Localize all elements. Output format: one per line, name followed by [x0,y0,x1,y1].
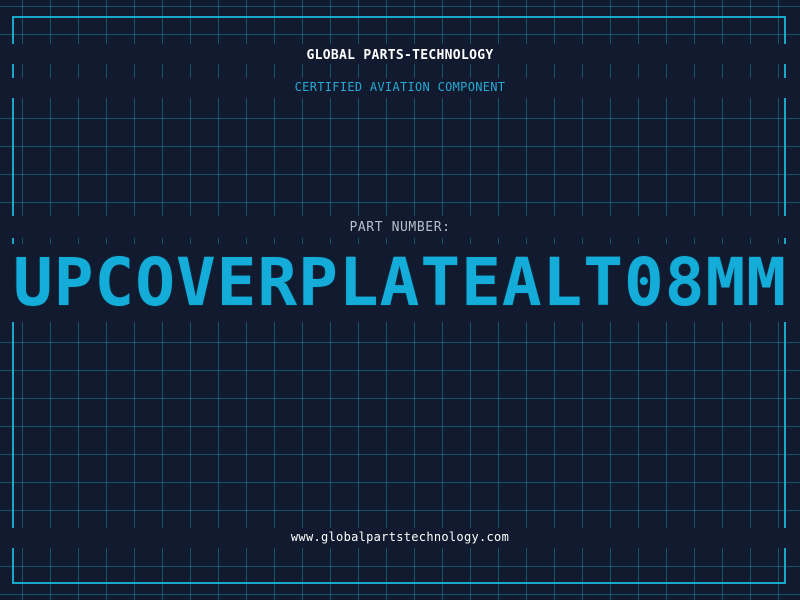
part-number-label: PART NUMBER: [349,220,451,235]
certification-subtitle: CERTIFIED AVIATION COMPONENT [294,80,506,94]
part-number-value: UPCOVERPLATEALT08MM [13,244,787,321]
website-url[interactable]: www.globalpartstechnology.com [0,530,800,544]
certificate-canvas: GLOBAL PARTS-TECHNOLOGY CERTIFIED AVIATI… [0,0,800,600]
brand-title: GLOBAL PARTS-TECHNOLOGY [306,48,494,63]
